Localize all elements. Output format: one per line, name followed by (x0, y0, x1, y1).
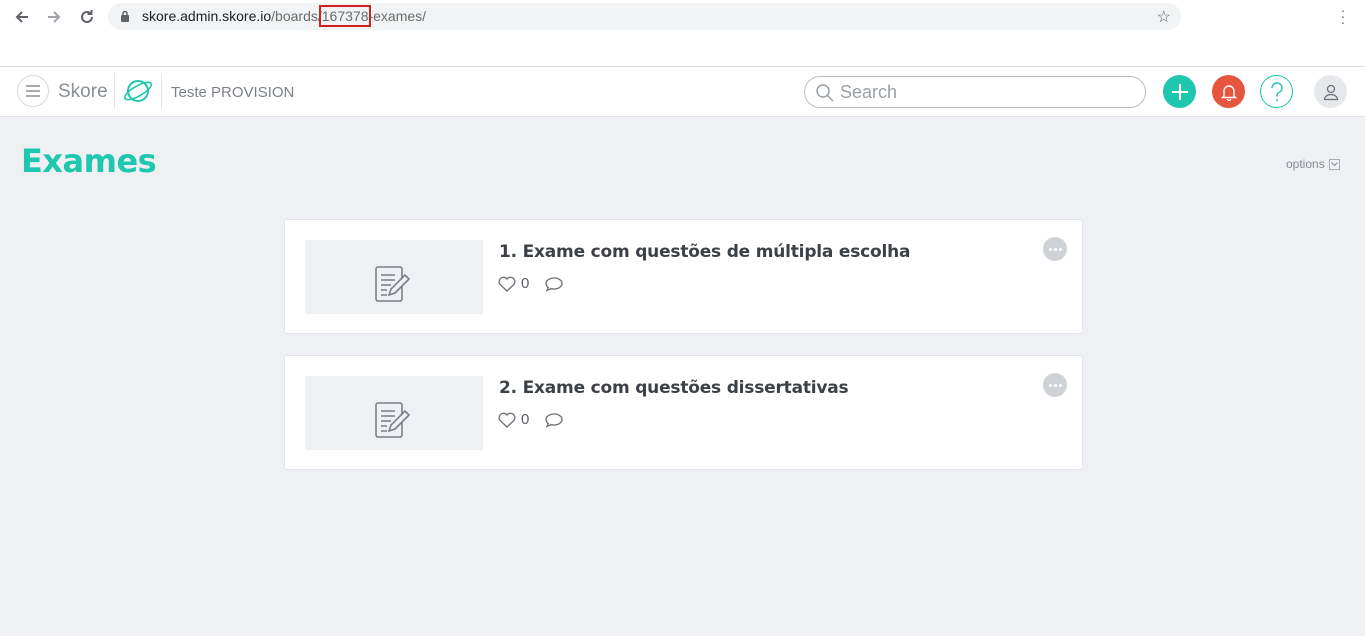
app-header: Skore Teste PROVISION (0, 67, 1365, 117)
add-button[interactable] (1163, 75, 1196, 108)
board-item-card[interactable]: 1. Exame com questões de múltipla escolh… (284, 219, 1083, 334)
card-title[interactable]: 1. Exame com questões de múltipla escolh… (499, 242, 911, 262)
card-thumbnail[interactable] (305, 376, 483, 450)
forward-button[interactable] (43, 6, 65, 28)
user-avatar[interactable] (1314, 75, 1347, 108)
url-board-id: 167378 (318, 5, 372, 27)
chevron-down-icon (1328, 158, 1340, 170)
url-text: skore.admin.skore.io/boards/167378-exame… (142, 5, 427, 27)
search-input[interactable] (840, 82, 1130, 103)
search-box[interactable] (804, 76, 1146, 108)
reload-button[interactable] (76, 6, 98, 28)
bell-icon (1220, 84, 1237, 101)
edit-document-icon (375, 402, 411, 438)
card-title[interactable]: 2. Exame com questões dissertativas (499, 378, 849, 398)
more-dots-icon[interactable] (1043, 373, 1067, 397)
planet-icon (123, 80, 153, 102)
heart-icon[interactable] (498, 412, 516, 428)
url-path-prefix: /boards/ (271, 8, 322, 24)
bookmark-star-icon[interactable]: ☆ (1157, 7, 1171, 27)
header-divider (161, 73, 162, 109)
browser-toolbar: skore.admin.skore.io/boards/167378-exame… (0, 0, 1365, 67)
url-path-suffix: -exames/ (368, 8, 427, 24)
back-button[interactable] (11, 6, 33, 28)
like-count: 0 (521, 275, 530, 292)
comment-icon[interactable] (544, 412, 564, 428)
address-bar[interactable]: skore.admin.skore.io/boards/167378-exame… (108, 3, 1181, 30)
help-button[interactable] (1260, 75, 1293, 108)
card-stats: 0 (498, 411, 564, 428)
plus-icon (1171, 83, 1188, 100)
edit-document-icon (375, 266, 411, 302)
page-title: Exames (21, 142, 157, 180)
more-dots-icon[interactable] (1043, 237, 1067, 261)
brand-name[interactable]: Skore (58, 81, 108, 103)
heart-icon[interactable] (498, 276, 516, 292)
board-item-card[interactable]: 2. Exame com questões dissertativas 0 (284, 355, 1083, 470)
browser-menu-icon[interactable]: · · · (1338, 3, 1348, 29)
user-icon (1323, 84, 1338, 100)
hamburger-icon (26, 85, 40, 97)
search-icon (816, 84, 834, 102)
card-thumbnail[interactable] (305, 240, 483, 314)
like-count: 0 (521, 411, 530, 428)
comment-icon[interactable] (544, 276, 564, 292)
menu-button[interactable] (17, 75, 49, 107)
header-divider (114, 73, 115, 109)
options-label: options (1286, 157, 1325, 171)
arrow-left-icon (15, 11, 28, 23)
question-icon (1270, 81, 1283, 101)
arrow-right-icon (48, 11, 61, 23)
card-stats: 0 (498, 275, 564, 292)
notifications-button[interactable] (1212, 75, 1245, 108)
options-dropdown[interactable]: options (1286, 157, 1340, 171)
lock-icon (121, 10, 129, 22)
reload-icon (81, 10, 93, 23)
workspace-name[interactable]: Teste PROVISION (171, 84, 294, 101)
workspace-logo[interactable] (122, 75, 154, 112)
url-host: skore.admin.skore.io (142, 8, 272, 24)
